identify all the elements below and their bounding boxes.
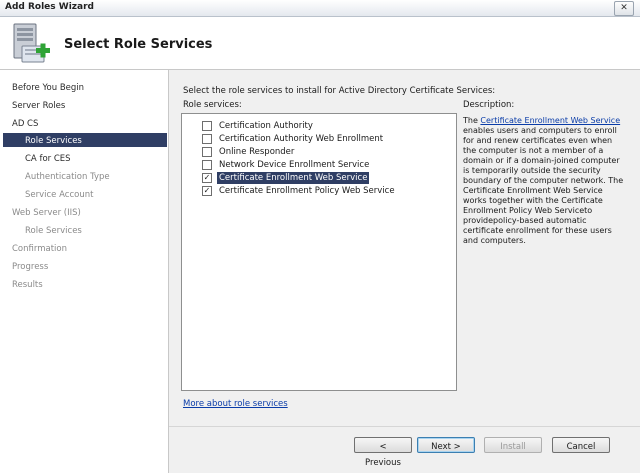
nav-item-ad-cs[interactable]: AD CS: [12, 119, 38, 129]
cancel-button[interactable]: Cancel: [552, 437, 610, 453]
nav-item-iis-role-services[interactable]: Role Services: [25, 226, 82, 236]
previous-button[interactable]: < Previous: [354, 437, 412, 468]
role-services-label: Role services:: [183, 100, 242, 110]
role-services-list[interactable]: Certification Authority Certification Au…: [181, 113, 457, 391]
nav-item-service-account[interactable]: Service Account: [25, 190, 93, 200]
checkbox-checked[interactable]: ✓: [202, 186, 212, 196]
nav-item-before-you-begin[interactable]: Before You Begin: [12, 83, 84, 93]
server-roles-add-icon: [13, 23, 50, 63]
more-about-role-services-link[interactable]: More about role services: [183, 399, 288, 409]
nav-item-web-server-iis[interactable]: Web Server (IIS): [12, 208, 81, 218]
close-icon: ✕: [620, 3, 628, 13]
description-prefix: The: [463, 116, 481, 125]
footer-divider: [169, 426, 640, 427]
role-service-label: Online Responder: [219, 147, 295, 157]
checkbox[interactable]: [202, 121, 212, 131]
instruction-text: Select the role services to install for …: [183, 86, 496, 96]
close-button[interactable]: ✕: [614, 1, 634, 16]
nav-item-results[interactable]: Results: [12, 280, 43, 290]
nav-item-ca-for-ces[interactable]: CA for CES: [25, 154, 71, 164]
role-service-label: Certification Authority Web Enrollment: [219, 134, 384, 144]
description-label: Description:: [463, 100, 515, 110]
page-title: Select Role Services: [64, 37, 213, 52]
next-button[interactable]: Next >: [417, 437, 475, 453]
role-service-label: Certification Authority: [219, 121, 313, 131]
checkbox[interactable]: [202, 134, 212, 144]
description-text: The Certificate Enrollment Web Service e…: [463, 116, 627, 246]
role-service-label: Network Device Enrollment Service: [219, 160, 370, 170]
description-link[interactable]: Certificate Enrollment Web Service: [480, 116, 620, 125]
description-body: enables users and computers to enroll fo…: [463, 126, 624, 245]
nav-item-server-roles[interactable]: Server Roles: [12, 101, 65, 111]
nav-item-progress[interactable]: Progress: [12, 262, 48, 272]
wizard-nav: Before You Begin Server Roles AD CS Role…: [0, 70, 169, 473]
install-button[interactable]: Install: [484, 437, 542, 453]
role-service-label: Certificate Enrollment Web Service: [217, 172, 370, 184]
window-title: Add Roles Wizard: [5, 2, 94, 12]
nav-item-confirmation[interactable]: Confirmation: [12, 244, 67, 254]
checkbox-checked[interactable]: ✓: [202, 173, 212, 183]
nav-item-authentication-type[interactable]: Authentication Type: [25, 172, 110, 182]
checkbox[interactable]: [202, 160, 212, 170]
wizard-header: Select Role Services: [0, 17, 640, 70]
title-bar: Add Roles Wizard ✕: [0, 0, 640, 17]
role-service-label: Certificate Enrollment Policy Web Servic…: [219, 186, 395, 196]
checkbox[interactable]: [202, 147, 212, 157]
nav-item-role-services[interactable]: Role Services: [25, 136, 82, 146]
